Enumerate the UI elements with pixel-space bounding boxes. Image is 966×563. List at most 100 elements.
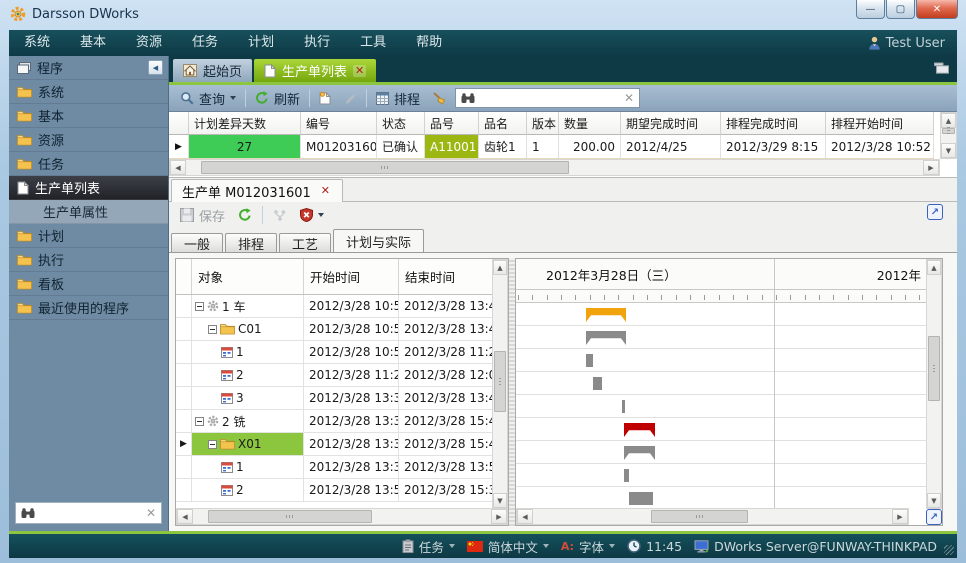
plan-row-5[interactable]: 2 铣2012/3/28 13:302012/3/28 15:40 — [176, 410, 508, 433]
sidebar-item-2[interactable]: 资源 — [9, 128, 168, 152]
scroll-left-arrow[interactable]: ◀ — [177, 509, 193, 524]
grid-column-header-7[interactable]: 期望完成时间 — [621, 112, 721, 135]
scroll-thumb[interactable] — [928, 336, 940, 401]
scroll-left-arrow[interactable]: ◀ — [517, 509, 533, 524]
scroll-right-arrow[interactable]: ▶ — [892, 509, 908, 524]
tree-expander-icon[interactable] — [208, 325, 217, 334]
scroll-up-arrow[interactable]: ▲ — [493, 260, 507, 275]
order-refresh-button[interactable] — [235, 206, 255, 224]
plan-row-2[interactable]: 12012/3/28 10:522012/3/28 11:22 — [176, 341, 508, 364]
menu-item-6[interactable]: 工具 — [345, 30, 401, 56]
sidebar-item-3[interactable]: 任务 — [9, 152, 168, 176]
grid-column-header-6[interactable]: 数量 — [559, 112, 621, 135]
order-document-close-icon[interactable]: ✕ — [319, 185, 332, 197]
plan-row-6[interactable]: ▶X012012/3/28 13:302012/3/28 15:40 — [176, 433, 508, 456]
task-menu[interactable]: 任务 — [402, 537, 455, 556]
menu-item-3[interactable]: 任务 — [177, 30, 233, 56]
scroll-thumb[interactable] — [942, 128, 955, 134]
grid-column-header-9[interactable]: 排程开始时间 — [826, 112, 934, 135]
font-dropdown-icon[interactable] — [609, 544, 615, 548]
language-menu[interactable]: 简体中文 — [467, 537, 549, 556]
tree-expander-icon[interactable] — [195, 302, 204, 311]
orders-horizontal-scrollbar[interactable]: ◀▶ — [169, 159, 940, 176]
grid-column-header-8[interactable]: 排程完成时间 — [721, 112, 826, 135]
schedule-button[interactable]: 排程 — [373, 87, 423, 110]
plan-row-4[interactable]: 32012/3/28 13:302012/3/28 13:40 — [176, 387, 508, 410]
window-list-icon[interactable] — [934, 62, 949, 74]
sidebar-item-9[interactable]: 最近使用的程序 — [9, 296, 168, 320]
plan-row-8[interactable]: 22012/3/28 13:502012/3/28 15:30 — [176, 479, 508, 502]
gantt-bar-2[interactable] — [586, 354, 593, 367]
plan-vertical-scrollbar[interactable]: ▲▼ — [492, 259, 508, 509]
sidebar-item-6[interactable]: 计划 — [9, 224, 168, 248]
tree-expander-icon[interactable] — [208, 440, 217, 449]
menu-item-1[interactable]: 基本 — [65, 30, 121, 56]
orders-search-input[interactable] — [480, 91, 619, 105]
sidebar-item-4[interactable]: 生产单列表 — [9, 176, 168, 200]
query-button[interactable]: 查询 — [177, 87, 239, 110]
scroll-thumb[interactable] — [201, 161, 570, 174]
main-tab-0[interactable]: 起始页 — [173, 59, 252, 82]
gantt-bar-8[interactable] — [629, 492, 653, 505]
sidebar-item-1[interactable]: 基本 — [9, 104, 168, 128]
grid-column-header-0[interactable]: 计划差异天数 — [189, 112, 301, 135]
menu-item-4[interactable]: 计划 — [233, 30, 289, 56]
subtab-2[interactable]: 工艺 — [279, 233, 331, 253]
title-bar[interactable]: Darsson DWorks — ▢ ✕ — [0, 0, 966, 30]
scroll-up-arrow[interactable]: ▲ — [941, 113, 956, 128]
plan-row-3[interactable]: 22012/3/28 11:222012/3/28 12:00 — [176, 364, 508, 387]
plan-row-0[interactable]: 1 车2012/3/28 10:522012/3/28 13:40 — [176, 295, 508, 318]
order-document-tab[interactable]: 生产单 M012031601 ✕ — [171, 179, 343, 202]
subtab-3[interactable]: 计划与实际 — [333, 229, 424, 253]
scroll-left-arrow[interactable]: ◀ — [170, 160, 186, 175]
gantt-bar-3[interactable] — [593, 377, 602, 390]
gantt-bar-4[interactable] — [622, 400, 625, 413]
new-button[interactable] — [316, 89, 335, 107]
save-button[interactable]: 保存 — [177, 204, 228, 227]
scroll-right-arrow[interactable]: ▶ — [923, 160, 939, 175]
grid-column-header-4[interactable]: 品名 — [479, 112, 527, 135]
orders-search-clear-icon[interactable]: ✕ — [624, 91, 634, 105]
plan-row-7[interactable]: 12012/3/28 13:302012/3/28 13:50 — [176, 456, 508, 479]
validate-dropdown-icon[interactable] — [318, 213, 324, 217]
tree-expander-icon[interactable] — [195, 417, 204, 426]
scroll-thumb[interactable] — [494, 351, 506, 412]
plan-column-header-0[interactable]: 对象 — [192, 259, 304, 294]
validate-button[interactable] — [297, 206, 327, 224]
plan-horizontal-scrollbar[interactable]: ◀▶ — [176, 508, 508, 525]
scroll-up-arrow[interactable]: ▲ — [927, 260, 941, 275]
sidebar-item-7[interactable]: 执行 — [9, 248, 168, 272]
query-dropdown-icon[interactable] — [230, 96, 236, 100]
plan-row-1[interactable]: C012012/3/28 10:522012/3/28 13:40 — [176, 318, 508, 341]
scroll-right-arrow[interactable]: ▶ — [491, 509, 507, 524]
scroll-down-arrow[interactable]: ▼ — [493, 493, 507, 508]
sidebar-item-8[interactable]: 看板 — [9, 272, 168, 296]
gantt-horizontal-scrollbar[interactable]: ◀▶ — [516, 508, 909, 525]
grid-column-header-5[interactable]: 版本 — [527, 112, 559, 135]
user-menu[interactable]: Test User — [868, 30, 945, 56]
close-button[interactable]: ✕ — [916, 0, 958, 19]
sidebar-item-0[interactable]: 系统 — [9, 80, 168, 104]
menu-item-0[interactable]: 系统 — [9, 30, 65, 56]
resize-grip[interactable] — [944, 545, 954, 555]
refresh-button[interactable]: 刷新 — [252, 87, 303, 110]
tab-close-icon[interactable]: ✕ — [353, 65, 366, 77]
scroll-thumb[interactable] — [651, 510, 748, 523]
edit-button[interactable] — [341, 90, 360, 107]
trace-button[interactable] — [270, 207, 290, 224]
plan-column-header-2[interactable]: 结束时间 — [399, 259, 493, 294]
menu-item-2[interactable]: 资源 — [121, 30, 177, 56]
subtab-1[interactable]: 排程 — [225, 233, 277, 253]
sidebar-search-clear-icon[interactable]: ✕ — [146, 506, 156, 520]
subtab-0[interactable]: 一般 — [171, 233, 223, 253]
sidebar-item-5[interactable]: 生产单属性 — [9, 200, 168, 224]
orders-grid-row[interactable]: ▶27M012031601已确认A11001齿轮11200.002012/4/2… — [169, 135, 957, 159]
scroll-down-arrow[interactable]: ▼ — [927, 493, 941, 508]
font-menu[interactable]: A: 字体 — [561, 537, 615, 556]
minimize-button[interactable]: — — [856, 0, 885, 19]
popout-icon[interactable]: ↗ — [927, 204, 943, 220]
sidebar-collapse-button[interactable]: ◀ — [148, 60, 163, 75]
grid-column-header-3[interactable]: 品号 — [425, 112, 479, 135]
orders-vertical-scrollbar[interactable]: ▲▼ — [940, 112, 957, 159]
menu-item-7[interactable]: 帮助 — [401, 30, 457, 56]
